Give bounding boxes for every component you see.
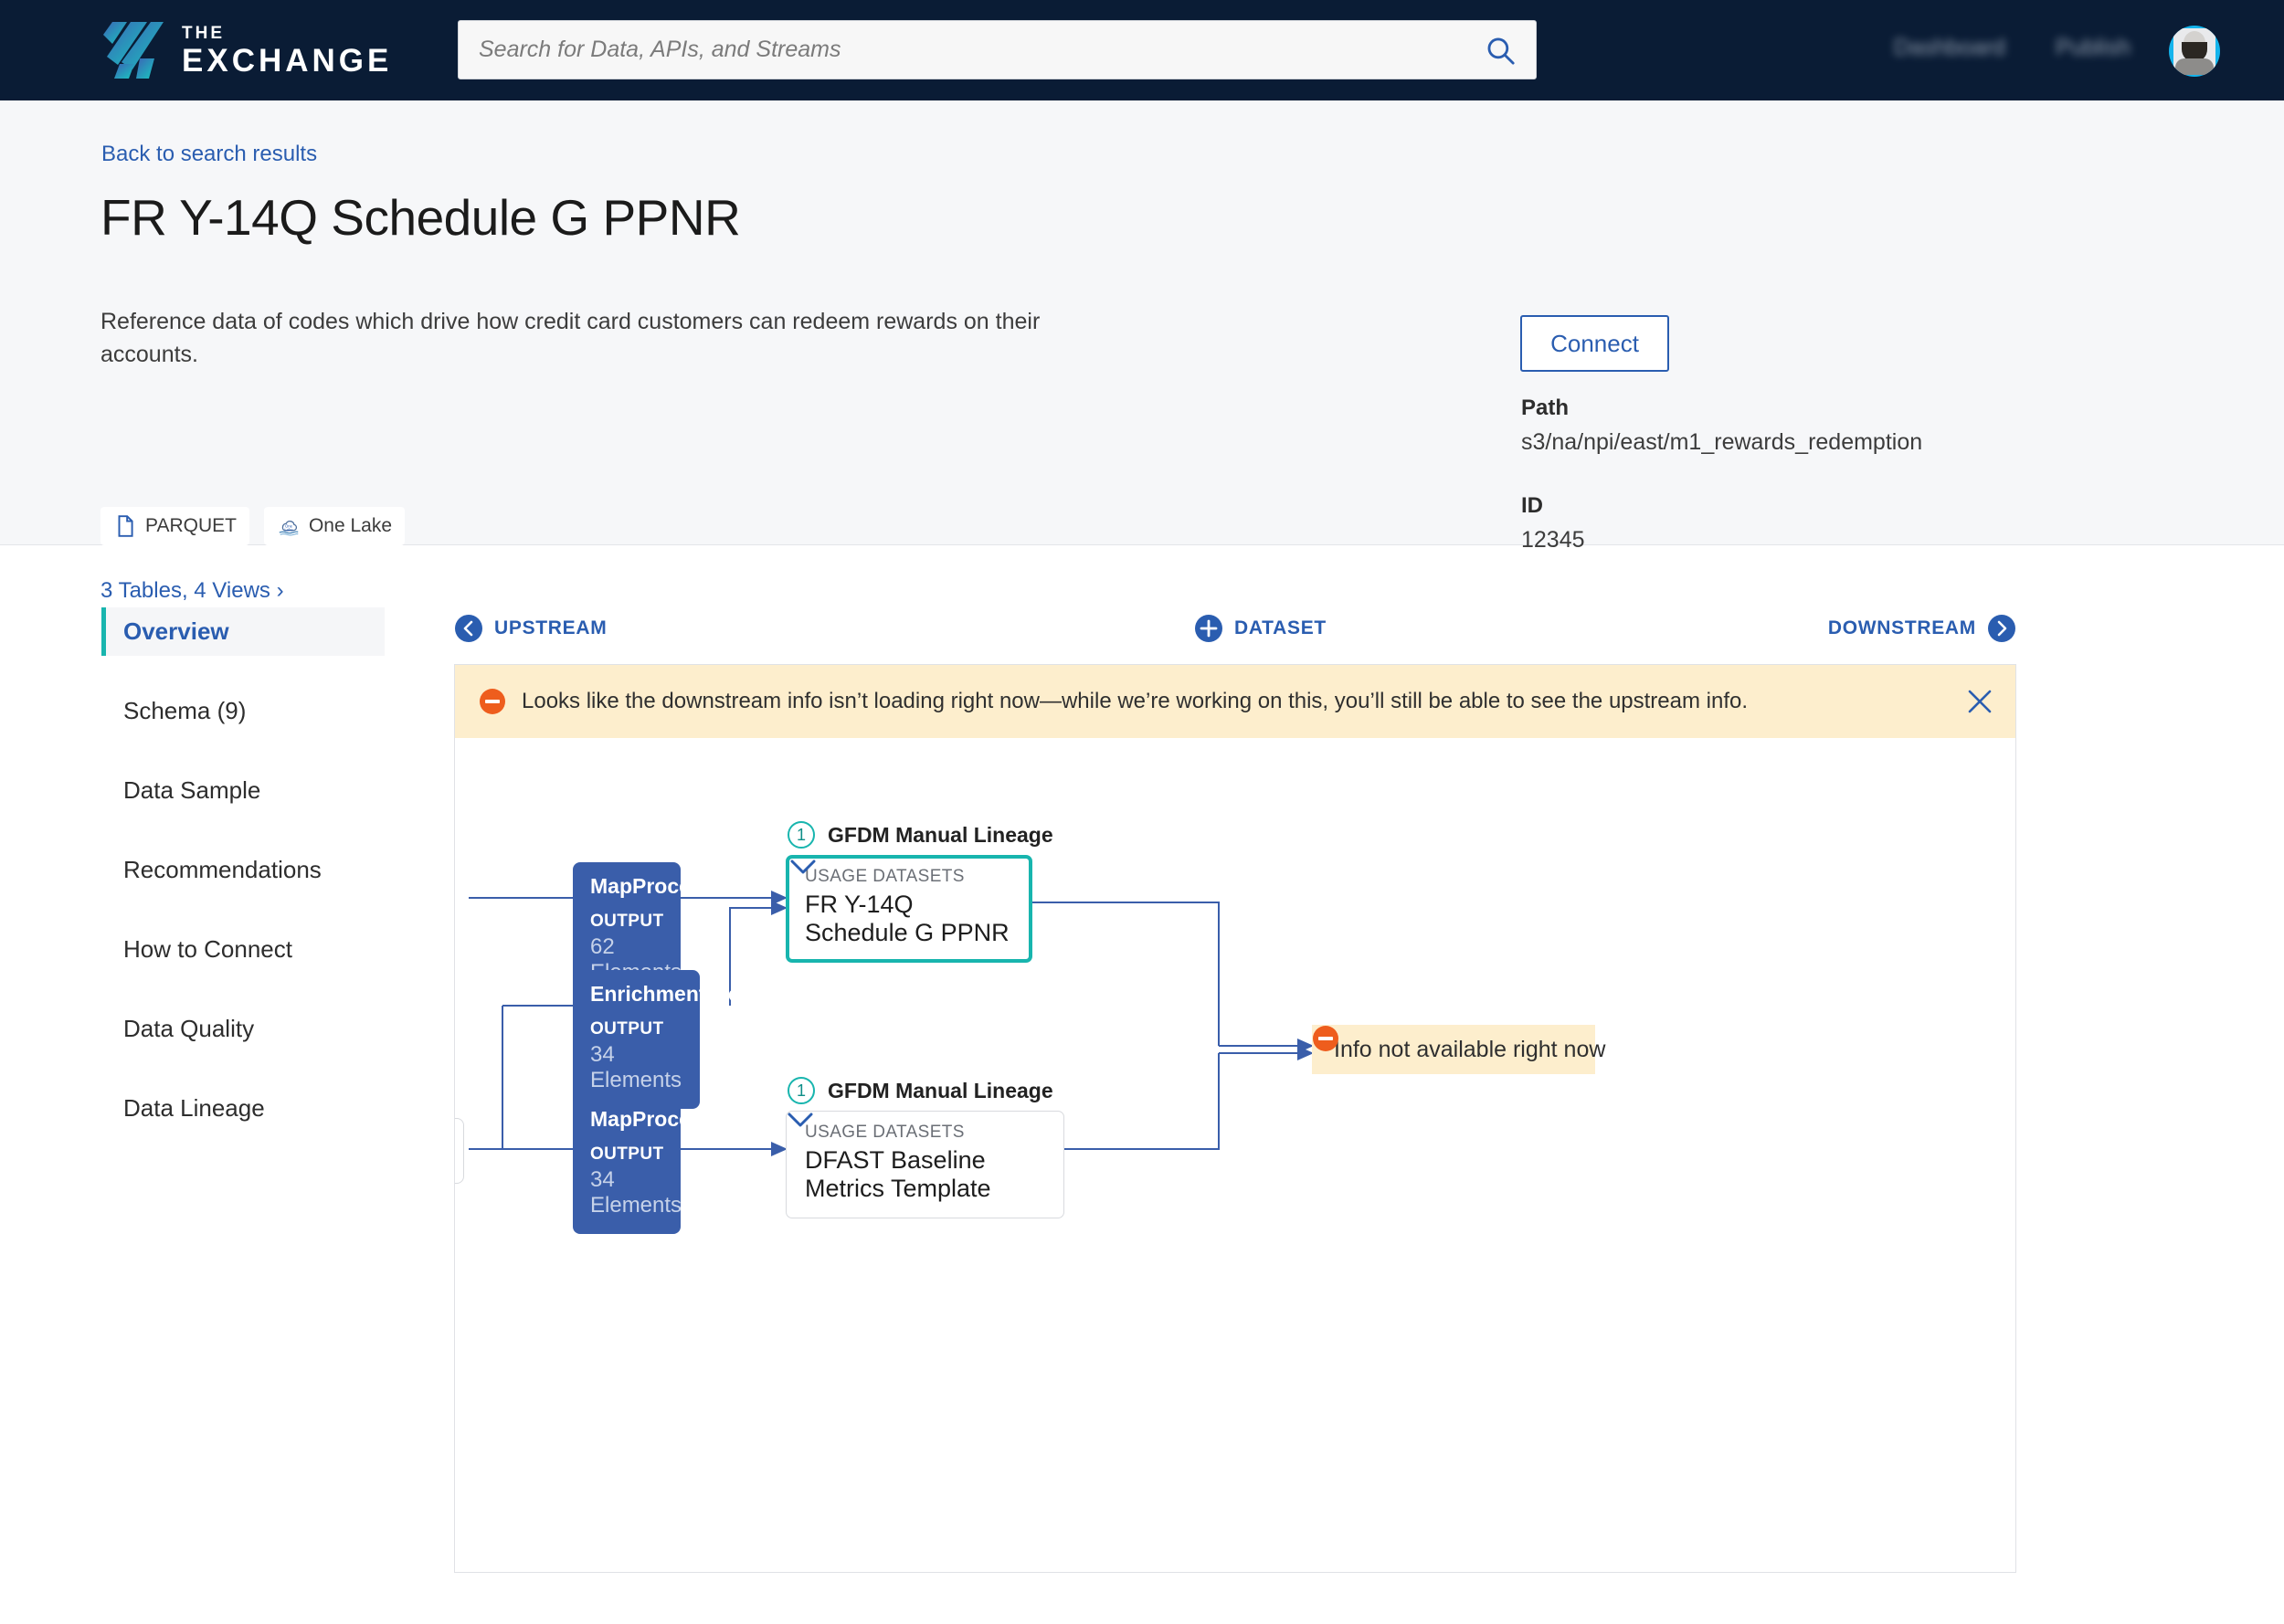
lineage-group-badge: 1 bbox=[788, 821, 815, 849]
global-search[interactable] bbox=[458, 20, 1537, 79]
process-node-title: MapProcess bbox=[590, 1107, 714, 1131]
sidebar-item-data-sample[interactable]: Data Sample bbox=[101, 766, 385, 815]
path-meta-block: Path s3/na/npi/east/m1_rewards_redemptio… bbox=[1521, 395, 1922, 456]
back-to-search-results-link[interactable]: Back to search results bbox=[101, 142, 317, 167]
header-nav-links: Dashboard Publish bbox=[1894, 35, 2131, 61]
dataset-node-name: DFAST Baseline Metrics Template bbox=[805, 1146, 991, 1202]
path-value: s3/na/npi/east/m1_rewards_redemption bbox=[1521, 429, 1923, 455]
chip-parquet[interactable]: PARQUET bbox=[100, 507, 249, 545]
one-lake-cloud-icon: One Lake bbox=[279, 520, 299, 536]
error-minus-circle-icon bbox=[480, 689, 505, 714]
search-icon[interactable] bbox=[1485, 35, 1516, 66]
page-header-band: Back to search results FR Y-14Q Schedule… bbox=[0, 100, 2284, 603]
lineage-group-label: GFDM Manual Lineage bbox=[828, 1078, 1053, 1102]
lineage-toolbar: UPSTREAM DATASET DOWNSTREAM bbox=[454, 610, 2016, 650]
lineage-group-header-1: 1 GFDM Manual Lineage bbox=[788, 821, 1053, 849]
clipped-upstream-stub-node bbox=[455, 1118, 464, 1184]
lineage-group-label: GFDM Manual Lineage bbox=[828, 822, 1053, 847]
error-minus-circle-icon bbox=[1313, 1026, 1338, 1051]
upstream-label: UPSTREAM bbox=[494, 617, 608, 638]
sidebar-item-recommendations[interactable]: Recommendations bbox=[101, 846, 385, 894]
search-input[interactable] bbox=[479, 37, 1485, 63]
sidebar-item-label: Overview bbox=[123, 617, 229, 645]
avatar[interactable] bbox=[2169, 26, 2220, 77]
sidebar-item-label: Data Lineage bbox=[123, 1094, 265, 1122]
lineage-edges bbox=[469, 891, 1314, 1156]
upstream-control[interactable]: UPSTREAM bbox=[454, 614, 607, 643]
sidebar-item-label: Data Sample bbox=[123, 776, 261, 804]
top-navigation-bar: THE EXCHANGE Dashboard Publish bbox=[0, 0, 2284, 100]
downstream-warning-banner: Looks like the downstream info isn’t loa… bbox=[455, 665, 2015, 738]
dataset-node-selected[interactable]: USAGE DATASETS FR Y-14Q Schedule G PPNR bbox=[786, 855, 1032, 963]
sidebar-item-label: How to Connect bbox=[123, 935, 292, 963]
chip-parquet-label: PARQUET bbox=[145, 515, 237, 536]
avatar-photo bbox=[2173, 27, 2215, 75]
file-parquet-icon bbox=[118, 515, 133, 537]
process-node-output-label: OUTPUT bbox=[590, 912, 664, 931]
process-node-map-process-2[interactable]: MapProcess OUTPUT 34 Elements bbox=[573, 1095, 714, 1234]
tables-views-link[interactable]: 3 Tables, 4 Views › bbox=[100, 578, 284, 604]
downstream-label: DOWNSTREAM bbox=[1827, 617, 1976, 638]
svg-text:Lake: Lake bbox=[284, 528, 293, 533]
dataset-control[interactable]: DATASET bbox=[1194, 614, 1327, 643]
dataset-node-name: FR Y-14Q Schedule G PPNR bbox=[805, 891, 1010, 946]
id-label: ID bbox=[1521, 493, 1543, 518]
lineage-graph: MapProcess OUTPUT 62 Elements Enrichment… bbox=[455, 738, 2015, 1574]
sidebar-item-data-lineage[interactable]: Data Lineage bbox=[101, 1084, 385, 1133]
exchange-logo-icon bbox=[103, 22, 164, 79]
nav-link-dashboard[interactable]: Dashboard bbox=[1894, 35, 2005, 61]
process-node-output-label: OUTPUT bbox=[590, 1144, 664, 1164]
avatar-body bbox=[2175, 58, 2214, 75]
process-node-output-label: OUTPUT bbox=[590, 1019, 664, 1039]
downstream-control[interactable]: DOWNSTREAM bbox=[1828, 614, 2016, 643]
chip-one-lake[interactable]: One Lake One Lake bbox=[263, 507, 406, 545]
sidebar-item-data-quality[interactable]: Data Quality bbox=[101, 1005, 385, 1053]
sidebar-item-schema[interactable]: Schema (9) bbox=[101, 687, 385, 735]
logo-line-1: THE bbox=[182, 23, 225, 43]
page-description: Reference data of codes which drive how … bbox=[100, 309, 1041, 367]
path-label: Path bbox=[1521, 395, 1570, 420]
sidebar-item-label: Recommendations bbox=[123, 856, 322, 883]
banner-message: Looks like the downstream info isn’t loa… bbox=[522, 689, 1749, 713]
dataset-node-kicker: USAGE DATASETS bbox=[805, 867, 965, 886]
dataset-node-kicker: USAGE DATASETS bbox=[805, 1123, 965, 1142]
chip-one-lake-label: One Lake bbox=[308, 515, 393, 536]
nav-link-publish[interactable]: Publish bbox=[2056, 35, 2131, 61]
process-node-element-count: 34 Elements bbox=[590, 1042, 682, 1092]
connect-button[interactable]: Connect bbox=[1520, 315, 1669, 372]
chevron-down-icon[interactable] bbox=[789, 859, 817, 876]
info-pill-text: Info not available right now bbox=[1334, 1036, 1606, 1062]
dataset-node-dfast[interactable]: USAGE DATASETS DFAST Baseline Metrics Te… bbox=[786, 1111, 1064, 1218]
id-value: 12345 bbox=[1521, 527, 1585, 553]
sidebar-item-label: Data Quality bbox=[123, 1015, 255, 1042]
page-title: FR Y-14Q Schedule G PPNR bbox=[100, 189, 741, 246]
lineage-canvas: Looks like the downstream info isn’t loa… bbox=[454, 664, 2016, 1573]
plus-circle-icon[interactable] bbox=[1194, 614, 1223, 643]
sidebar-item-how-to-connect[interactable]: How to Connect bbox=[101, 925, 385, 974]
process-node-enrichment-process[interactable]: EnrichmentProcess OUTPUT 34 Elements bbox=[573, 970, 788, 1109]
sidebar-item-label: Schema (9) bbox=[123, 697, 247, 724]
sidebar-item-overview[interactable]: Overview bbox=[101, 607, 385, 656]
process-node-element-count: 34 Elements bbox=[590, 1167, 682, 1218]
app-logo[interactable]: THE EXCHANGE bbox=[103, 22, 392, 79]
id-meta-block: ID 12345 bbox=[1521, 493, 1585, 554]
downstream-info-unavailable-pill: Info not available right now bbox=[1312, 1025, 1605, 1074]
chevron-down-icon[interactable] bbox=[787, 1112, 814, 1129]
format-chips: PARQUET One Lake One Lake bbox=[100, 507, 406, 545]
arrow-right-circle-icon[interactable] bbox=[1987, 614, 2016, 643]
process-node-title: EnrichmentProcess bbox=[590, 982, 788, 1006]
section-sidebar: Overview Schema (9) Data Sample Recommen… bbox=[101, 607, 385, 1164]
close-icon[interactable] bbox=[1964, 686, 1995, 717]
process-node-title: MapProcess bbox=[590, 874, 714, 898]
arrow-left-circle-icon[interactable] bbox=[454, 614, 483, 643]
lineage-group-header-2: 1 GFDM Manual Lineage bbox=[788, 1077, 1053, 1104]
logo-line-2: EXCHANGE bbox=[182, 42, 393, 79]
lineage-group-badge: 1 bbox=[788, 1077, 815, 1104]
dataset-label: DATASET bbox=[1234, 617, 1327, 638]
